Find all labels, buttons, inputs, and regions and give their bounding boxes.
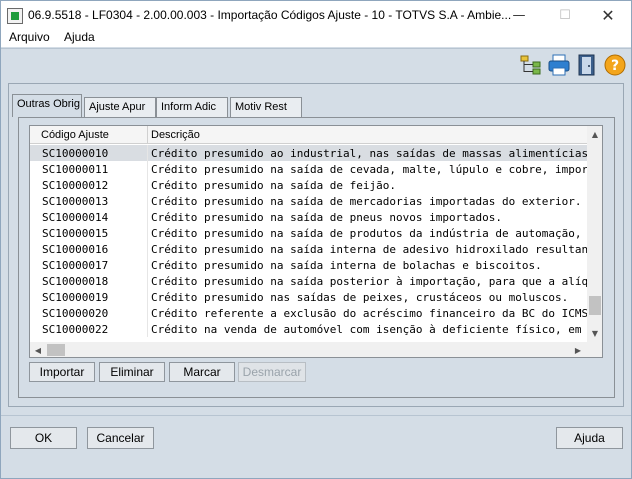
- window-title: 06.9.5518 - LF0304 - 2.00.00.003 - Impor…: [28, 8, 512, 22]
- close-button[interactable]: ✕: [585, 1, 631, 30]
- cell-separator: [147, 305, 148, 321]
- table-row[interactable]: SC10000013 Crédito presumido na saída de …: [30, 193, 587, 209]
- cell-descricao: Crédito presumido na saída interna de bo…: [151, 259, 542, 272]
- scroll-up-icon[interactable]: ▲: [587, 126, 602, 142]
- column-header-codigo[interactable]: Código Ajuste: [41, 129, 109, 141]
- scroll-left-icon[interactable]: ◀: [30, 342, 46, 357]
- cell-separator: [147, 209, 148, 225]
- vertical-scrollbar[interactable]: ▲ ▼: [587, 126, 602, 342]
- cell-descricao: Crédito na venda de automóvel com isençã…: [151, 323, 587, 336]
- column-separator[interactable]: [147, 126, 148, 144]
- eliminar-button[interactable]: Eliminar: [99, 362, 165, 382]
- scrollbar-corner: [587, 342, 602, 357]
- table-row[interactable]: SC10000011 Crédito presumido na saída de …: [30, 161, 587, 177]
- application-window: 06.9.5518 - LF0304 - 2.00.00.003 - Impor…: [0, 0, 632, 479]
- table-row[interactable]: SC10000020 Crédito referente a exclusão d…: [30, 305, 587, 321]
- menu-arquivo[interactable]: Arquivo: [9, 30, 50, 44]
- codes-grid: Código Ajuste Descrição SC10000010 Crédit…: [29, 125, 603, 358]
- menu-bar: Arquivo Ajuda: [1, 30, 631, 47]
- cell-separator: [147, 273, 148, 289]
- help-icon[interactable]: ?: [604, 54, 626, 76]
- tab-motiv-rest[interactable]: Motiv Rest: [230, 97, 302, 117]
- table-row[interactable]: SC10000010 Crédito presumido ao industria…: [30, 145, 587, 161]
- cell-codigo-ajuste: SC10000012: [42, 179, 109, 192]
- cell-codigo-ajuste: SC10000019: [42, 291, 109, 304]
- help-button[interactable]: Ajuda: [556, 427, 623, 449]
- cell-descricao: Crédito presumido nas saídas de peixes, …: [151, 291, 569, 304]
- table-row[interactable]: SC10000022 Crédito na venda de automóvel …: [30, 321, 587, 337]
- cell-separator: [147, 289, 148, 305]
- grid-rows: SC10000010 Crédito presumido ao industria…: [30, 145, 587, 337]
- table-row[interactable]: SC10000015 Crédito presumido na saída de …: [30, 225, 587, 241]
- horizontal-scroll-thumb[interactable]: [47, 344, 65, 356]
- vertical-scroll-thumb[interactable]: [589, 296, 601, 315]
- cell-descricao: Crédito presumido na saída interna de ad…: [151, 243, 587, 256]
- cell-separator: [147, 161, 148, 177]
- table-row[interactable]: SC10000014 Crédito presumido na saída de …: [30, 209, 587, 225]
- grid-header: Código Ajuste Descrição: [30, 126, 587, 144]
- cell-separator: [147, 193, 148, 209]
- cell-codigo-ajuste: SC10000010: [42, 147, 109, 160]
- tree-hierarchy-icon[interactable]: [520, 54, 542, 76]
- cell-descricao: Crédito presumido na saída de feijão.: [151, 179, 397, 192]
- cell-descricao: Crédito referente a exclusão do acréscim…: [151, 307, 587, 320]
- cell-separator: [147, 321, 148, 337]
- cell-descricao: Crédito presumido na saída posterior à i…: [151, 275, 587, 288]
- cell-codigo-ajuste: SC10000020: [42, 307, 109, 320]
- cell-descricao: Crédito presumido na saída de mercadoria…: [151, 195, 582, 208]
- marcar-button[interactable]: Marcar: [169, 362, 235, 382]
- desmarcar-button: Desmarcar: [238, 362, 306, 382]
- toolbar: ?: [1, 48, 631, 80]
- tab-inform-adic[interactable]: Inform Adic: [156, 97, 228, 117]
- cell-codigo-ajuste: SC10000022: [42, 323, 109, 336]
- cell-codigo-ajuste: SC10000018: [42, 275, 109, 288]
- table-row[interactable]: SC10000018 Crédito presumido na saída pos…: [30, 273, 587, 289]
- cell-separator: [147, 257, 148, 273]
- cancel-button[interactable]: Cancelar: [87, 427, 154, 449]
- cell-codigo-ajuste: SC10000013: [42, 195, 109, 208]
- cell-codigo-ajuste: SC10000016: [42, 243, 109, 256]
- table-row[interactable]: SC10000012 Crédito presumido na saída de …: [30, 177, 587, 193]
- minimize-button[interactable]: —: [496, 1, 542, 30]
- cell-codigo-ajuste: SC10000017: [42, 259, 109, 272]
- title-bar: 06.9.5518 - LF0304 - 2.00.00.003 - Impor…: [1, 1, 631, 30]
- menu-ajuda[interactable]: Ajuda: [64, 30, 95, 44]
- cell-descricao: Crédito presumido na saída de pneus novo…: [151, 211, 502, 224]
- cell-codigo-ajuste: SC10000014: [42, 211, 109, 224]
- scroll-right-icon[interactable]: ▶: [570, 342, 586, 357]
- cell-descricao: Crédito presumido na saída de produtos d…: [151, 227, 587, 240]
- exit-door-icon[interactable]: [576, 54, 598, 76]
- cell-separator: [147, 225, 148, 241]
- cell-separator: [147, 145, 148, 161]
- scroll-down-icon[interactable]: ▼: [587, 325, 602, 341]
- footer-divider: [1, 415, 631, 416]
- tab-outras-obrig[interactable]: Outras Obrig: [12, 94, 82, 117]
- importar-button[interactable]: Importar: [29, 362, 95, 382]
- app-icon: [7, 8, 23, 24]
- maximize-button[interactable]: ☐: [542, 1, 588, 30]
- cell-codigo-ajuste: SC10000015: [42, 227, 109, 240]
- cell-separator: [147, 241, 148, 257]
- table-row[interactable]: SC10000019 Crédito presumido nas saídas d…: [30, 289, 587, 305]
- tab-ajuste-apur[interactable]: Ajuste Apur: [84, 97, 156, 117]
- cell-codigo-ajuste: SC10000011: [42, 163, 109, 176]
- cell-separator: [147, 177, 148, 193]
- printer-icon[interactable]: [548, 54, 570, 76]
- table-row[interactable]: SC10000017 Crédito presumido na saída int…: [30, 257, 587, 273]
- svg-text:?: ?: [611, 58, 619, 74]
- cell-descricao: Crédito presumido na saída de cevada, ma…: [151, 163, 587, 176]
- ok-button[interactable]: OK: [10, 427, 77, 449]
- column-header-descricao[interactable]: Descrição: [151, 129, 200, 141]
- cell-descricao: Crédito presumido ao industrial, nas saí…: [151, 147, 587, 160]
- table-row[interactable]: SC10000016 Crédito presumido na saída int…: [30, 241, 587, 257]
- horizontal-scrollbar[interactable]: ◀ ▶: [30, 342, 587, 357]
